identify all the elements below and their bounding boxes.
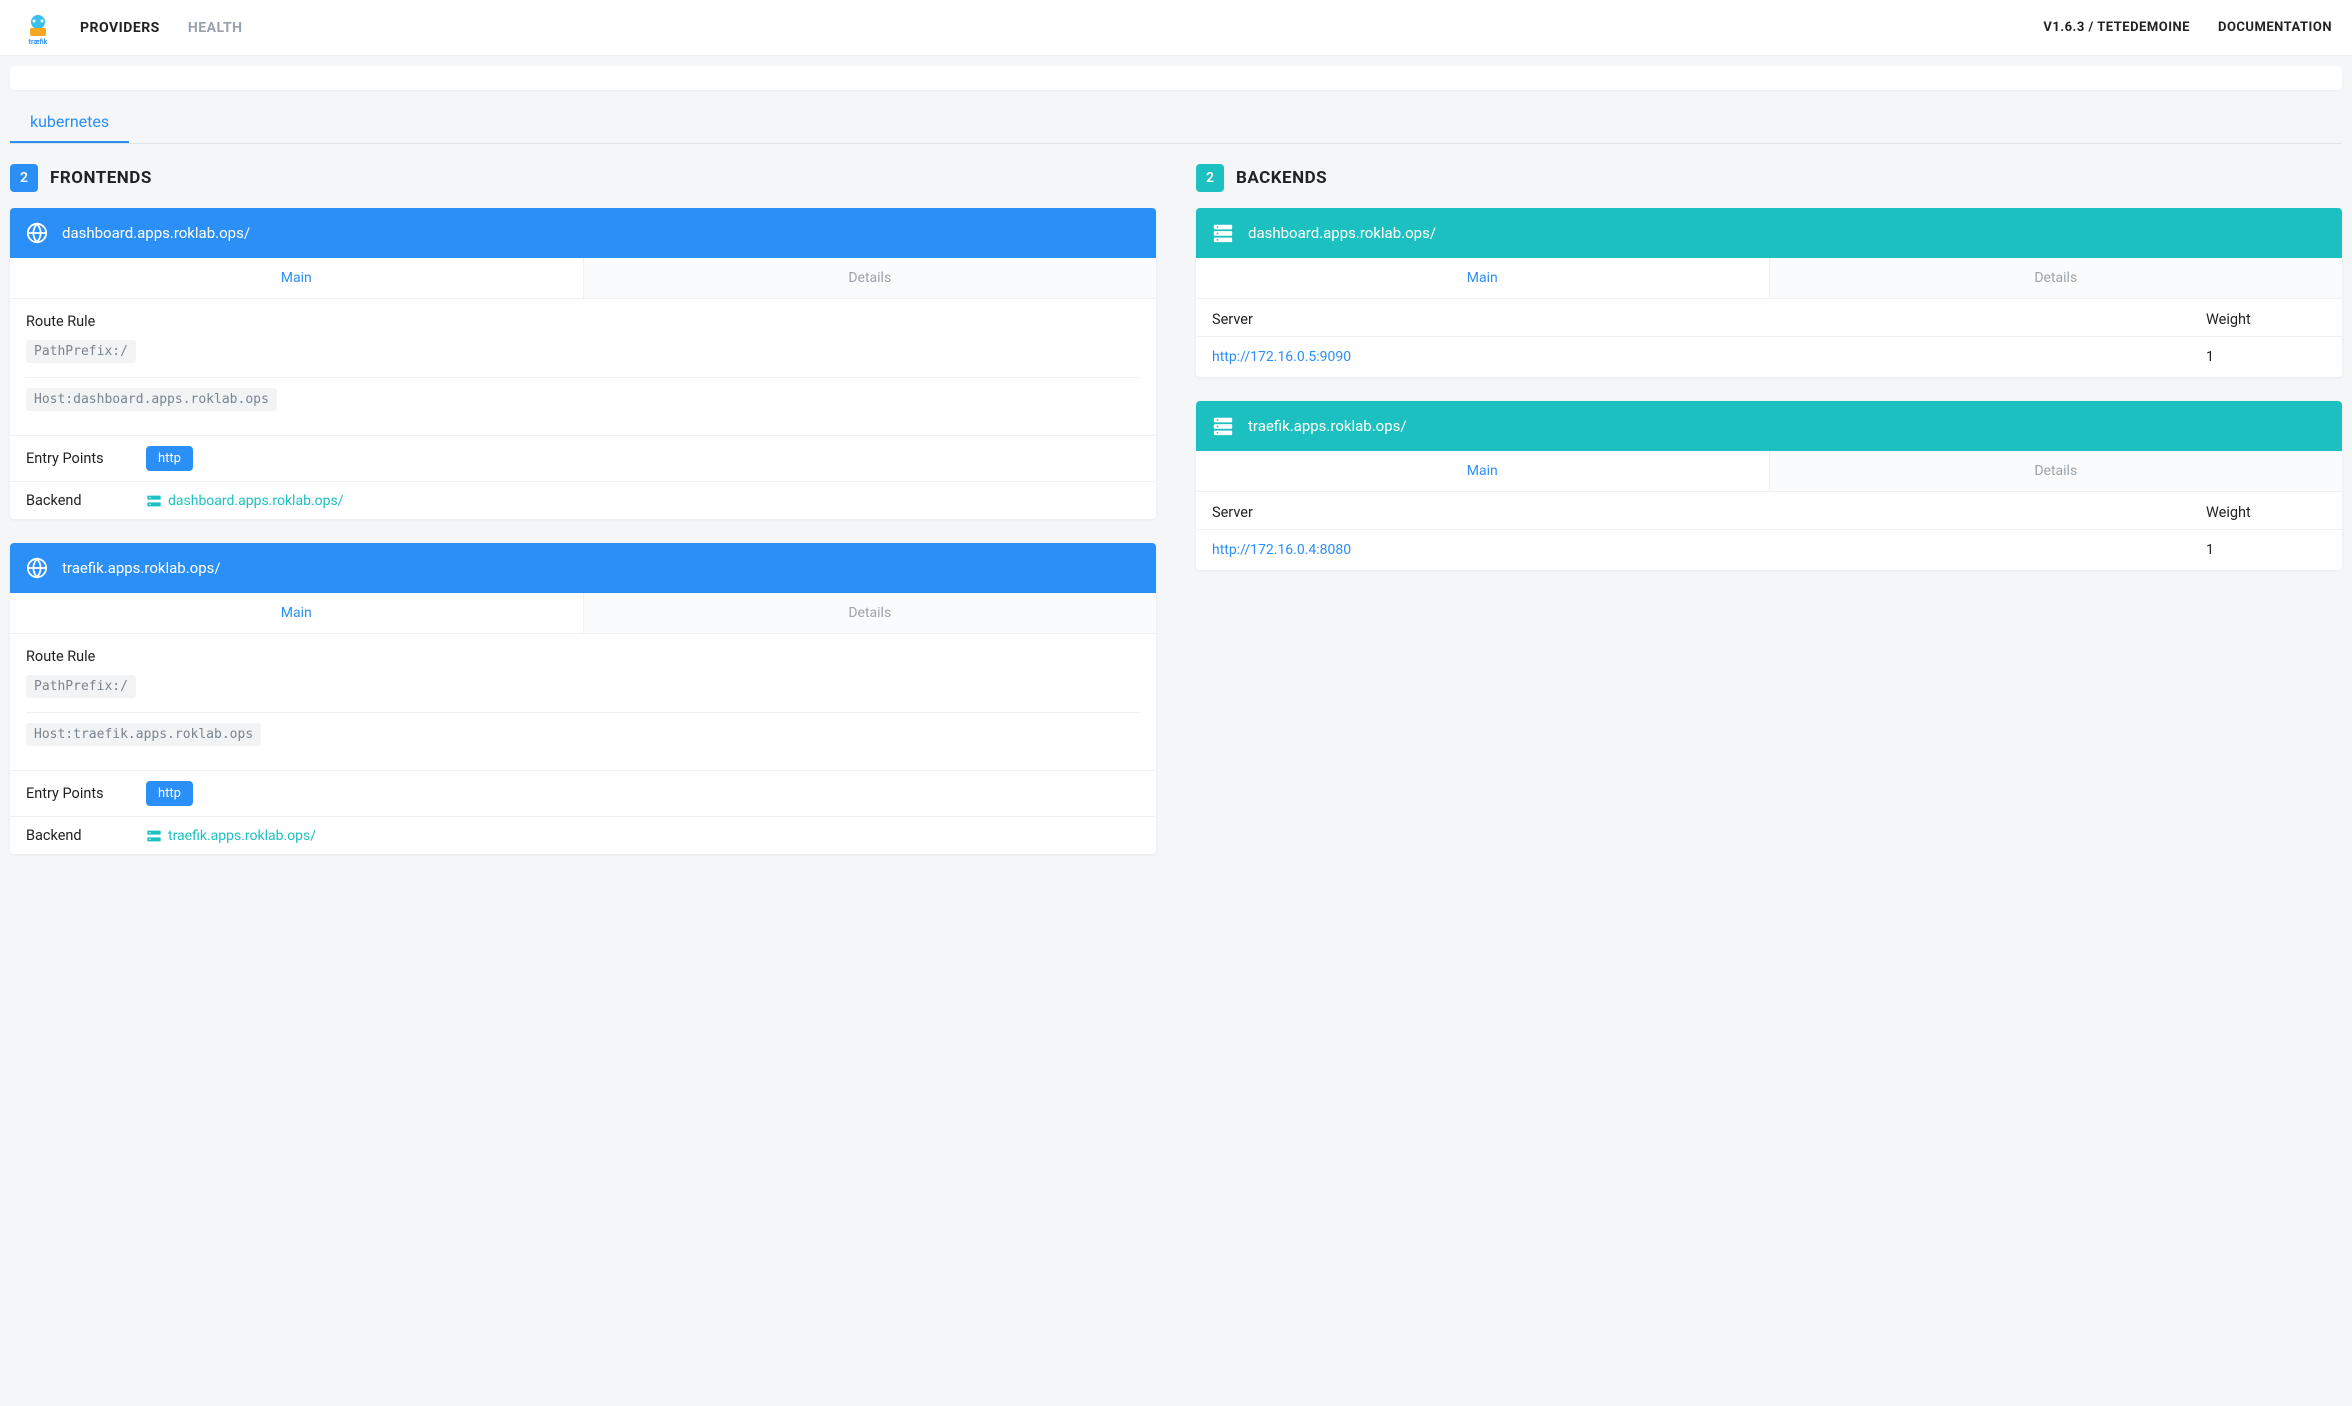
tab-details[interactable]: Details <box>1770 451 2343 491</box>
svg-text:træfik: træfik <box>29 38 48 46</box>
backend-link[interactable]: traefik.apps.roklab.ops/ <box>146 828 316 844</box>
route-rule-label: Route Rule <box>26 313 1140 330</box>
documentation-link[interactable]: DOCUMENTATION <box>2218 20 2332 35</box>
backend-link[interactable]: dashboard.apps.roklab.ops/ <box>146 493 343 509</box>
navbar: træfik PROVIDERS HEALTH V1.6.3 / TETEDEM… <box>0 0 2352 56</box>
tab-details[interactable]: Details <box>584 258 1157 298</box>
nav-right: V1.6.3 / TETEDEMOINE DOCUMENTATION <box>2043 20 2332 35</box>
server-weight: 1 <box>2206 542 2326 558</box>
tab-main[interactable]: Main <box>1196 451 1770 491</box>
backend-label: Backend <box>26 827 146 844</box>
backend-label: Backend <box>26 492 146 509</box>
server-url-link[interactable]: http://172.16.0.4:8080 <box>1212 542 1351 558</box>
weight-col-header: Weight <box>2206 504 2326 521</box>
backend-name: traefik.apps.roklab.ops/ <box>1248 417 1407 435</box>
frontend-card-header: dashboard.apps.roklab.ops/ <box>10 208 1156 258</box>
tab-main[interactable]: Main <box>10 258 584 298</box>
tab-main[interactable]: Main <box>1196 258 1770 298</box>
server-icon <box>1212 415 1234 437</box>
nav-providers[interactable]: PROVIDERS <box>80 20 160 36</box>
entry-point-badge: http <box>146 446 193 471</box>
route-rule-chip: PathPrefix:/ <box>26 675 136 698</box>
frontends-title: FRONTENDS <box>50 168 152 188</box>
server-col-header: Server <box>1212 311 2206 328</box>
route-rule-chip: PathPrefix:/ <box>26 340 136 363</box>
frontend-card-header: traefik.apps.roklab.ops/ <box>10 543 1156 593</box>
server-url-link[interactable]: http://172.16.0.5:9090 <box>1212 349 1351 365</box>
route-rule-chip: Host:traefik.apps.roklab.ops <box>26 723 261 746</box>
server-weight: 1 <box>2206 349 2326 365</box>
server-icon <box>1212 222 1234 244</box>
backend-card-header: traefik.apps.roklab.ops/ <box>1196 401 2342 451</box>
server-row: http://172.16.0.5:9090 1 <box>1196 337 2342 377</box>
frontend-card: dashboard.apps.roklab.ops/ Main Details … <box>10 208 1156 519</box>
provider-tab-kubernetes[interactable]: kubernetes <box>10 102 129 143</box>
backends-column: 2 BACKENDS dashboard.apps.roklab.ops/ Ma… <box>1196 164 2342 878</box>
backend-card-header: dashboard.apps.roklab.ops/ <box>1196 208 2342 258</box>
server-row: http://172.16.0.4:8080 1 <box>1196 530 2342 570</box>
backends-count-badge: 2 <box>1196 164 1224 192</box>
server-col-header: Server <box>1212 504 2206 521</box>
nav-health[interactable]: HEALTH <box>188 20 243 36</box>
backends-title: BACKENDS <box>1236 168 1327 188</box>
server-icon <box>146 828 162 844</box>
entry-points-label: Entry Points <box>26 785 146 802</box>
backend-name: dashboard.apps.roklab.ops/ <box>1248 224 1436 242</box>
entry-point-badge: http <box>146 781 193 806</box>
route-rule-chip: Host:dashboard.apps.roklab.ops <box>26 388 277 411</box>
weight-col-header: Weight <box>2206 311 2326 328</box>
globe-icon <box>26 557 48 579</box>
backend-card: dashboard.apps.roklab.ops/ Main Details … <box>1196 208 2342 377</box>
tab-main[interactable]: Main <box>10 593 584 633</box>
server-icon <box>146 493 162 509</box>
backend-card: traefik.apps.roklab.ops/ Main Details Se… <box>1196 401 2342 570</box>
frontends-column: 2 FRONTENDS dashboard.apps.roklab.ops/ M… <box>10 164 1156 878</box>
entry-points-label: Entry Points <box>26 450 146 467</box>
globe-icon <box>26 222 48 244</box>
version-label[interactable]: V1.6.3 / TETEDEMOINE <box>2043 20 2190 35</box>
route-rule-label: Route Rule <box>26 648 1140 665</box>
filter-box <box>10 66 2342 90</box>
nav-left: PROVIDERS HEALTH <box>80 20 243 36</box>
tab-details[interactable]: Details <box>1770 258 2343 298</box>
frontend-name: dashboard.apps.roklab.ops/ <box>62 224 250 242</box>
frontend-card: traefik.apps.roklab.ops/ Main Details Ro… <box>10 543 1156 854</box>
traefik-logo: træfik <box>20 10 56 46</box>
frontend-name: traefik.apps.roklab.ops/ <box>62 559 221 577</box>
tab-details[interactable]: Details <box>584 593 1157 633</box>
provider-tabs: kubernetes <box>10 102 2342 144</box>
frontends-count-badge: 2 <box>10 164 38 192</box>
